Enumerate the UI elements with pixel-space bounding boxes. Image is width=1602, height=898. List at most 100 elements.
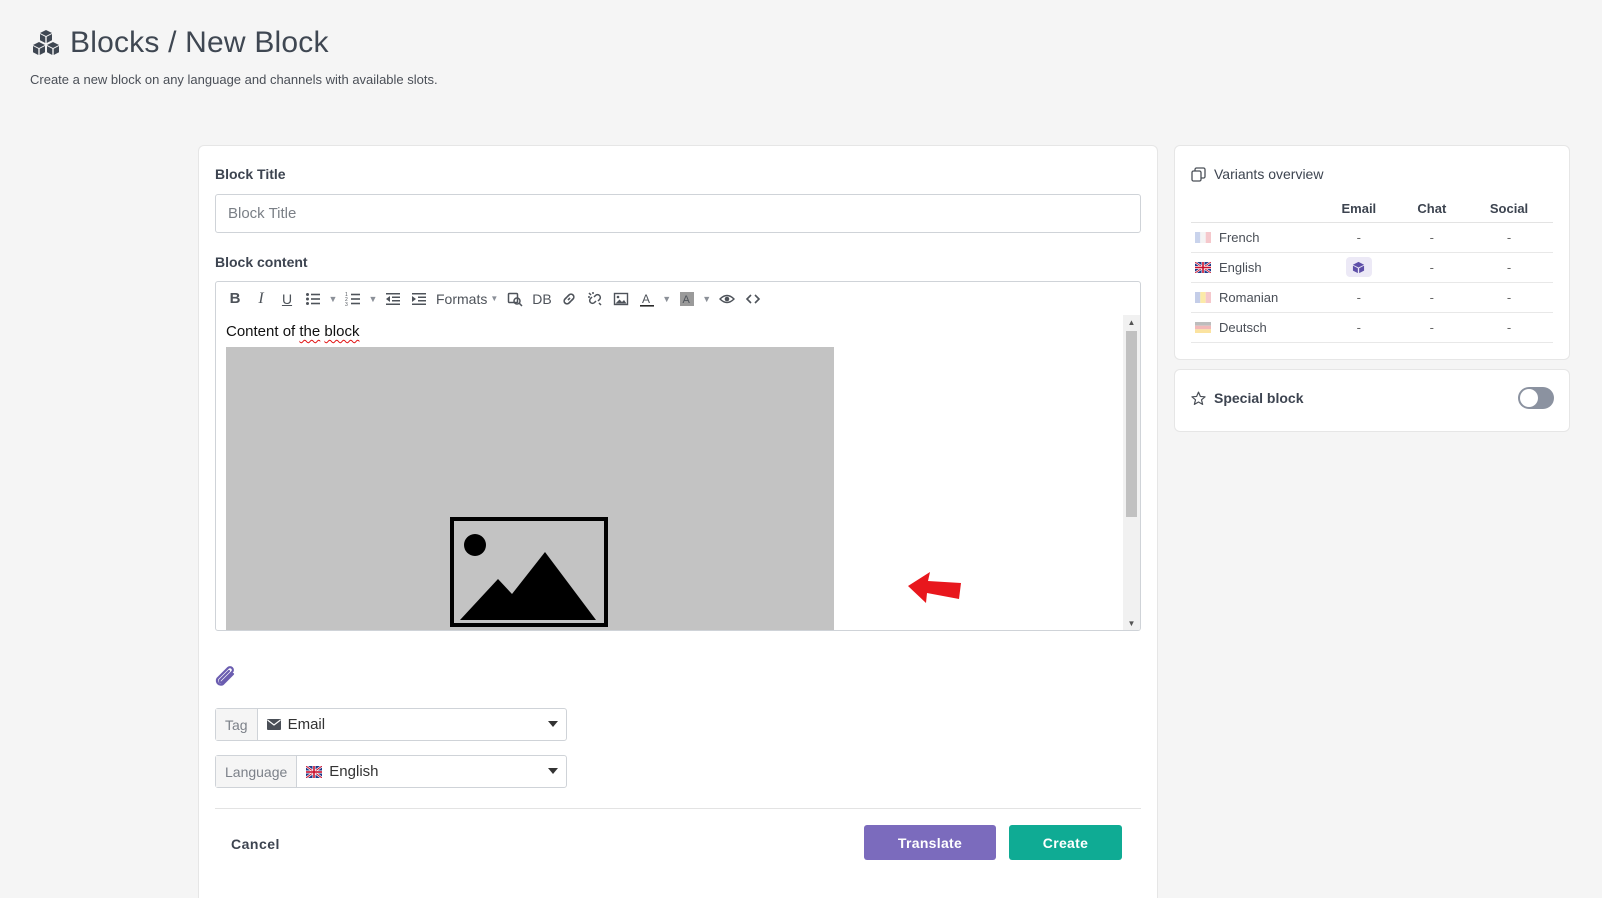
variant-social-cell: - [1465,282,1553,313]
caret-down-icon [548,721,558,727]
variant-language-label: Romanian [1219,289,1279,305]
variant-chat-cell: - [1398,252,1466,283]
uk-flag-icon [1195,261,1211,273]
background-color-dropdown[interactable]: ▼ [700,286,714,312]
code-icon [745,293,760,304]
variants-row-deutsch: Deutsch - - - [1191,312,1553,343]
source-code-button[interactable] [740,286,766,312]
variants-row-romanian: Romanian - - - [1191,282,1553,313]
variant-language-label: French [1219,229,1260,245]
variant-social-cell: - [1465,222,1553,253]
variants-header-social: Social [1465,196,1553,223]
german-flag-icon [1195,321,1211,333]
block-title-label: Block Title [215,166,286,182]
formats-dropdown[interactable]: Formats ▼ [432,286,502,312]
svg-text:A: A [642,292,650,306]
tag-label: Tag [216,709,258,740]
tag-select[interactable]: Tag Email [215,708,567,741]
content-text-misspelled: block [324,323,360,340]
variant-chat-cell: - [1398,222,1466,253]
image-placeholder-icon [450,517,608,627]
special-block-label: Special block [1191,390,1303,406]
page-header: Blocks / New Block Create a new block on… [30,26,438,87]
variants-header-language [1191,196,1319,223]
special-block-toggle[interactable] [1518,387,1554,409]
scroll-up-icon[interactable]: ▲ [1123,315,1140,329]
scroll-thumb[interactable] [1126,331,1137,517]
indent-button[interactable] [406,286,432,312]
translate-button[interactable]: Translate [864,825,996,860]
variants-overview-card: Variants overview Email Chat Social Fren… [1174,145,1570,360]
page-subtitle: Create a new block on any language and c… [30,72,438,87]
insert-image-button[interactable] [608,286,634,312]
text-color-dropdown[interactable]: ▼ [660,286,674,312]
unlink-icon [587,291,602,306]
red-arrow-icon [908,572,961,603]
cancel-button[interactable]: Cancel [231,836,280,852]
copy-icon [1191,166,1206,182]
cube-icon [1353,261,1365,273]
language-select-value[interactable]: English [297,756,566,787]
bullet-list-dropdown[interactable]: ▼ [326,286,340,312]
italic-button[interactable]: I [248,286,274,312]
paperclip-icon[interactable] [213,664,241,692]
image-placeholder[interactable] [226,347,834,630]
french-flag-icon [1195,231,1211,243]
bullet-list-icon [306,292,320,305]
variant-chat-cell: - [1398,312,1466,343]
find-replace-button[interactable] [502,286,528,312]
svg-text:A: A [682,294,690,306]
bullet-list-button[interactable] [300,286,326,312]
tag-select-value[interactable]: Email [258,709,566,740]
envelope-icon [266,719,281,730]
underline-button[interactable]: U [274,286,300,312]
outdent-icon [386,292,400,305]
indent-icon [412,292,426,305]
block-variant-badge[interactable] [1345,257,1372,277]
cubes-icon [33,30,59,55]
page-title-text: Blocks / New Block [70,26,329,59]
editor-scrollbar[interactable]: ▲ ▼ [1123,315,1140,630]
svg-text:3: 3 [345,302,348,307]
variants-row-english: English - - [1191,252,1553,283]
scroll-down-icon[interactable]: ▼ [1123,616,1140,630]
block-title-input[interactable] [215,194,1141,233]
unlink-button[interactable] [582,286,608,312]
variant-email-cell: - [1319,222,1399,253]
rich-text-editor: B I U ▼ 123 ▼ Formats ▼ DB A ▼ A ▼ Conte… [215,281,1141,631]
star-icon [1191,391,1206,405]
special-block-card: Special block [1174,369,1570,432]
block-content-label: Block content [215,254,308,270]
variants-title-text: Variants overview [1214,166,1324,182]
caret-down-icon: ▼ [702,293,712,304]
bold-button[interactable]: B [222,286,248,312]
variants-table: Email Chat Social French - - - English -… [1191,196,1553,343]
outdent-button[interactable] [380,286,406,312]
numbered-list-button[interactable]: 123 [340,286,366,312]
link-button[interactable] [556,286,582,312]
page-title: Blocks / New Block [30,26,438,60]
create-button[interactable]: Create [1009,825,1122,860]
preview-button[interactable] [714,286,740,312]
editor-toolbar: B I U ▼ 123 ▼ Formats ▼ DB A ▼ A ▼ [216,282,1140,315]
formats-label: Formats [436,290,488,307]
content-text-misspelled: the [299,323,321,340]
variant-chat-cell: - [1398,282,1466,313]
caret-down-icon: ▼ [662,293,672,304]
numbered-list-dropdown[interactable]: ▼ [366,286,380,312]
editor-content-area[interactable]: Content of the block ▲ ▼ [216,315,1140,630]
variants-header-email: Email [1319,196,1399,223]
db-button[interactable]: DB [528,286,555,312]
variant-email-cell[interactable] [1319,252,1399,283]
caret-down-icon: ▼ [368,293,378,304]
text-color-button[interactable]: A [634,286,660,312]
variants-header-chat: Chat [1398,196,1466,223]
variants-row-french: French - - - [1191,222,1553,253]
variant-language-label: Deutsch [1219,319,1267,335]
language-select[interactable]: Language English [215,755,567,788]
uk-flag-icon [306,765,323,778]
romanian-flag-icon [1195,291,1211,303]
language-label: Language [216,756,298,787]
background-color-button[interactable]: A [674,286,700,312]
caret-down-icon: ▼ [328,293,338,304]
